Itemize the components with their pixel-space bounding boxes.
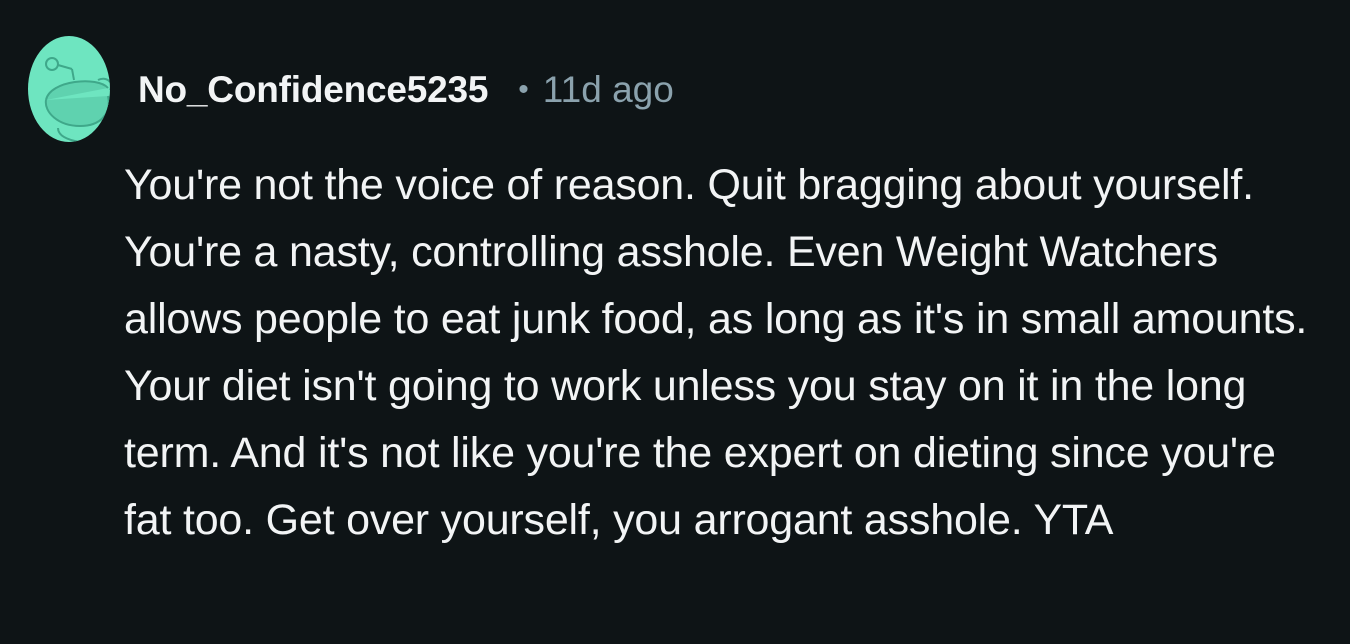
avatar[interactable] xyxy=(28,36,110,142)
username-link[interactable]: No_Confidence5235 xyxy=(138,69,488,111)
comment-meta: No_Confidence5235 • 11d ago xyxy=(138,66,674,114)
timestamp: 11d ago xyxy=(542,69,674,110)
comment: No_Confidence5235 • 11d ago You're not t… xyxy=(0,0,1350,644)
separator-dot: • xyxy=(518,73,529,106)
comment-body: You're not the voice of reason. Quit bra… xyxy=(124,161,1308,544)
reddit-snoo-avatar-icon xyxy=(28,36,110,142)
